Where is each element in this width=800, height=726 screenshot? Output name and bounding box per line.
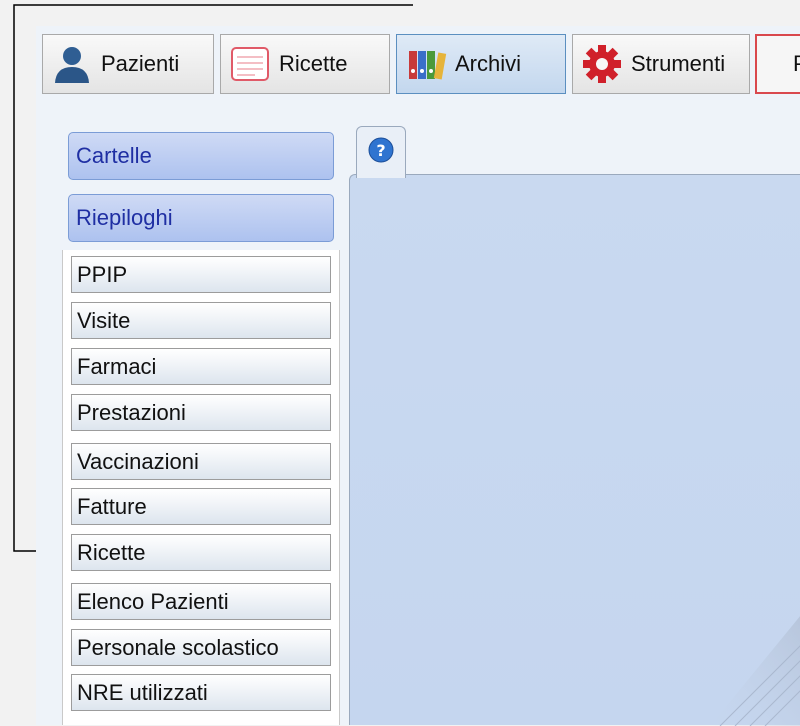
list-item-ppip[interactable]: PPIP	[71, 256, 331, 293]
list-item-label: PPIP	[77, 261, 128, 287]
binders-icon	[409, 51, 447, 80]
gear-icon	[583, 45, 621, 83]
prescription-icon	[231, 47, 269, 81]
patient-icon	[55, 47, 89, 83]
list-item-elenco-pazienti[interactable]: Elenco Pazienti	[71, 583, 331, 620]
toolbar-label: Pazienti	[101, 51, 180, 76]
list-item-label: Farmaci	[77, 353, 157, 379]
help-icon: ?	[368, 137, 394, 163]
toolbar-button-archivi[interactable]: Archivi	[396, 34, 566, 94]
section-button-cartelle[interactable]: Cartelle	[68, 132, 334, 180]
background-pattern	[710, 616, 800, 726]
toolbar-label: Ricette	[279, 51, 348, 76]
list-item-label: Prestazioni	[77, 399, 186, 425]
list-item-label: Elenco Pazienti	[77, 588, 229, 614]
toolbar-button-ricette[interactable]: Ricette	[220, 34, 390, 94]
section-label: Riepiloghi	[76, 205, 173, 230]
toolbar-label: P	[793, 51, 800, 77]
list-item-label: Vaccinazioni	[77, 448, 199, 474]
content-area	[349, 174, 800, 726]
list-item-nre-utilizzati[interactable]: NRE utilizzati	[71, 674, 331, 711]
list-item-label: Personale scolastico	[77, 634, 279, 660]
list-item-personale-scolastico[interactable]: Personale scolastico	[71, 629, 331, 666]
toolbar-button-partial[interactable]: P	[755, 34, 800, 94]
list-item-prestazioni[interactable]: Prestazioni	[71, 394, 331, 431]
list-item-vaccinazioni[interactable]: Vaccinazioni	[71, 443, 331, 480]
list-item-label: Fatture	[77, 493, 147, 519]
toolbar-button-strumenti[interactable]: Strumenti	[572, 34, 750, 94]
list-item-visite[interactable]: Visite	[71, 302, 331, 339]
toolbar-button-pazienti[interactable]: Pazienti	[42, 34, 214, 94]
list-item-fatture[interactable]: Fatture	[71, 488, 331, 525]
section-button-riepiloghi[interactable]: Riepiloghi	[68, 194, 334, 242]
svg-text:?: ?	[376, 141, 385, 160]
list-item-label: Ricette	[77, 539, 146, 565]
list-item-farmaci[interactable]: Farmaci	[71, 348, 331, 385]
list-item-label: Visite	[77, 307, 131, 333]
list-item-label: NRE utilizzati	[77, 679, 208, 705]
toolbar-label: Archivi	[455, 51, 522, 76]
tab-strip-line	[405, 174, 800, 175]
toolbar-label: Strumenti	[631, 51, 726, 76]
help-tab[interactable]: ?	[356, 126, 406, 178]
list-item-ricette[interactable]: Ricette	[71, 534, 331, 571]
section-label: Cartelle	[76, 143, 152, 168]
